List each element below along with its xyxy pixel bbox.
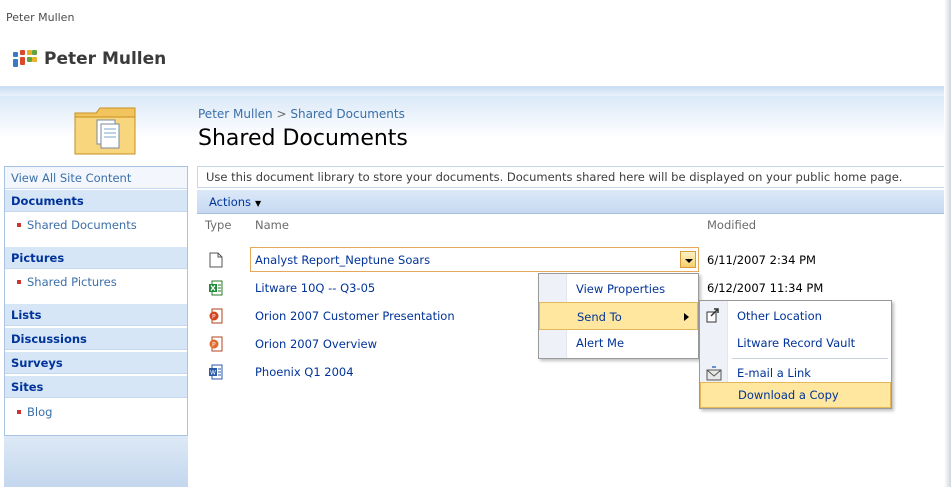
breadcrumb-separator: > <box>272 107 291 121</box>
powerpoint-file-icon: P <box>209 336 223 352</box>
document-library-folder-icon <box>74 107 136 155</box>
top-user-name[interactable]: Peter Mullen <box>6 11 74 24</box>
table-row[interactable]: Analyst Report_Neptune Soars 6/11/2007 2… <box>197 247 951 273</box>
nav-footer <box>4 436 188 487</box>
send-to-submenu: Other Location Litware Record Vault E-ma… <box>699 300 892 409</box>
nav-item-blog[interactable]: Blog <box>5 400 187 426</box>
chevron-down-icon: ▼ <box>255 199 262 208</box>
bullet-icon <box>17 279 21 284</box>
nav-heading-pictures[interactable]: Pictures <box>5 247 187 269</box>
menu-item-label: Send To <box>577 310 622 324</box>
breadcrumb: Peter Mullen > Shared Documents <box>198 107 405 121</box>
site-title-row: Peter Mullen <box>0 38 951 86</box>
list-toolbar: Actions ▼ <box>197 190 951 214</box>
breadcrumb-current[interactable]: Shared Documents <box>290 107 404 121</box>
svg-text:P: P <box>212 314 216 321</box>
library-description: Use this document library to store your … <box>197 166 951 188</box>
nav-heading-discussions[interactable]: Discussions <box>5 328 187 350</box>
menu-item-label: E-mail a Link <box>737 366 811 380</box>
column-header-type[interactable]: Type <box>205 218 231 232</box>
document-name-link[interactable]: Analyst Report_Neptune Soars <box>255 253 430 267</box>
menu-item-download-a-copy[interactable]: Download a Copy <box>700 382 891 408</box>
site-title[interactable]: Peter Mullen <box>44 49 166 69</box>
document-name-link[interactable]: Orion 2007 Overview <box>255 337 377 351</box>
svg-text:W: W <box>210 370 216 377</box>
bullet-icon <box>17 409 21 414</box>
menu-item-view-properties[interactable]: View Properties <box>539 275 698 303</box>
nav-heading-surveys[interactable]: Surveys <box>5 352 187 374</box>
modified-date: 6/11/2007 2:34 PM <box>707 253 816 267</box>
actions-menu-button[interactable]: Actions ▼ <box>209 195 261 209</box>
actions-label: Actions <box>209 195 252 209</box>
menu-item-litware-record-vault[interactable]: Litware Record Vault <box>700 329 891 357</box>
breadcrumb-parent[interactable]: Peter Mullen <box>198 107 273 121</box>
nav-item-shared-documents[interactable]: Shared Documents <box>5 213 187 239</box>
column-header-modified[interactable]: Modified <box>707 218 756 232</box>
text-file-icon <box>209 252 223 268</box>
menu-item-alert-me[interactable]: Alert Me <box>539 329 698 357</box>
view-all-site-content-link[interactable]: View All Site Content <box>5 167 187 189</box>
page-header: Peter Mullen > Shared Documents Shared D… <box>0 96 951 166</box>
nav-heading-sites[interactable]: Sites <box>5 376 187 398</box>
people-icon <box>13 48 37 68</box>
nav-heading-documents[interactable]: Documents <box>5 190 187 212</box>
document-name-link[interactable]: Phoenix Q1 2004 <box>255 365 354 379</box>
menu-item-other-location[interactable]: Other Location <box>700 302 891 330</box>
nav-heading-lists[interactable]: Lists <box>5 304 187 326</box>
chevron-right-icon <box>684 313 689 321</box>
header-band <box>0 86 951 96</box>
top-bar: Peter Mullen <box>0 0 951 38</box>
nav-item-label: Shared Documents <box>27 218 137 232</box>
column-header-name[interactable]: Name <box>255 218 289 232</box>
menu-item-send-to[interactable]: Send To <box>539 302 698 330</box>
nav-item-label: Shared Pictures <box>27 275 117 289</box>
window-edge-shadow <box>944 0 951 487</box>
document-name-link[interactable]: Litware 10Q -- Q3-05 <box>255 281 375 295</box>
email-link-icon <box>706 366 722 381</box>
menu-item-label: Other Location <box>737 309 822 323</box>
item-context-menu: View Properties Send To Alert Me <box>538 273 699 359</box>
svg-text:P: P <box>212 342 216 349</box>
word-file-icon: W <box>209 364 223 380</box>
modified-date: 6/12/2007 11:34 PM <box>707 281 824 295</box>
quick-launch: View All Site Content Documents Shared D… <box>4 166 188 436</box>
page-title: Shared Documents <box>198 126 408 151</box>
document-name-link[interactable]: Orion 2007 Customer Presentation <box>255 309 455 323</box>
powerpoint-file-icon: P <box>209 308 223 324</box>
excel-file-icon <box>209 280 223 296</box>
nav-item-shared-pictures[interactable]: Shared Pictures <box>5 270 187 296</box>
nav-item-label: Blog <box>27 405 53 419</box>
bullet-icon <box>17 222 21 227</box>
send-arrow-icon <box>706 308 719 323</box>
